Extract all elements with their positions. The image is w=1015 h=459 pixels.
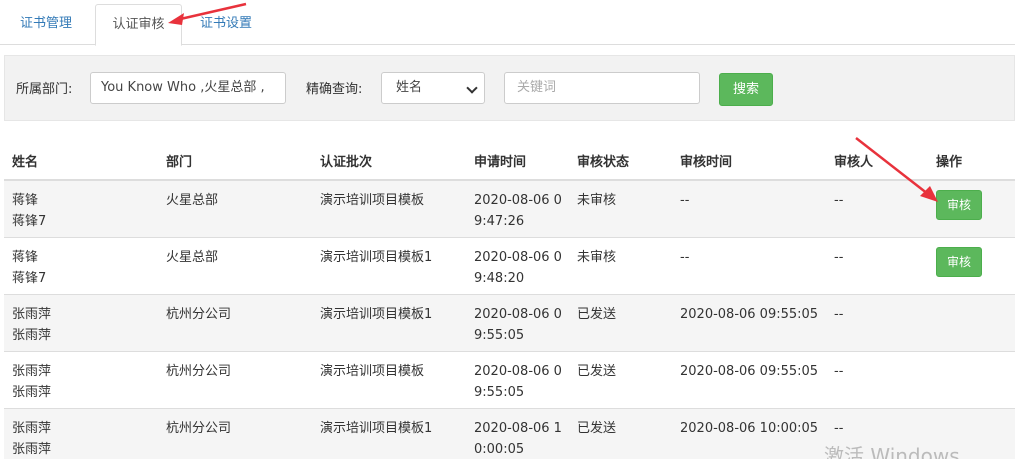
keyword-input[interactable]: 关键词 [504, 72, 700, 104]
cell-batch: 演示培训项目模板1 [312, 408, 466, 459]
cell-batch: 演示培训项目模板1 [312, 237, 466, 295]
tab-certificate-settings[interactable]: 证书设置 [200, 4, 252, 45]
header-department: 部门 [158, 142, 312, 181]
header-reviewer: 审核人 [826, 142, 928, 181]
table-row: 张雨萍 张雨萍 杭州分公司 演示培训项目模板 2020-08-06 0 9:55:0… [4, 351, 1015, 409]
cell-batch: 演示培训项目模板1 [312, 294, 466, 352]
query-field-select[interactable]: 姓名 [381, 72, 485, 104]
cell-action: 审核 [928, 180, 1015, 238]
cell-review-time: 2020-08-06 09:55:05 [672, 294, 826, 352]
cell-status: 未审核 [569, 180, 672, 238]
search-button[interactable]: 搜索 [719, 73, 773, 106]
cell-status: 已发送 [569, 351, 672, 409]
cell-name: 张雨萍 张雨萍 [4, 351, 158, 409]
query-field-value: 姓名 [396, 80, 423, 95]
cell-reviewer: -- [826, 351, 928, 409]
cell-status: 已发送 [569, 408, 672, 459]
cell-action [928, 294, 1015, 352]
cell-review-time: 2020-08-06 09:55:05 [672, 351, 826, 409]
header-batch: 认证批次 [312, 142, 466, 181]
table-row: 张雨萍 张雨萍 杭州分公司 演示培训项目模板1 2020-08-06 0 9:55:… [4, 294, 1015, 352]
exact-query-label: 精确查询: [306, 82, 363, 97]
department-input[interactable]: You Know Who ,火星总部 ,‪ [90, 72, 286, 104]
cell-department: 火星总部 [158, 180, 312, 238]
header-name: 姓名 [4, 142, 158, 181]
cell-department: 杭州分公司 [158, 351, 312, 409]
cell-name: 张雨萍 张雨萍 [4, 408, 158, 459]
windows-watermark: 激活 Windows [824, 444, 960, 459]
table-row: 蒋锋 蒋锋7 火星总部 演示培训项目模板1 2020-08-06 0 9:48:20… [4, 237, 1015, 295]
cell-batch: 演示培训项目模板 [312, 180, 466, 238]
cell-apply-time: 2020-08-06 0 9:48:20 [466, 237, 569, 295]
cell-name: 蒋锋 蒋锋7 [4, 180, 158, 238]
cell-department: 火星总部 [158, 237, 312, 295]
cell-status: 未审核 [569, 237, 672, 295]
cell-action [928, 351, 1015, 409]
cell-apply-time: 2020-08-06 1 0:00:05 [466, 408, 569, 459]
cell-department: 杭州分公司 [158, 294, 312, 352]
cell-name: 张雨萍 张雨萍 [4, 294, 158, 352]
header-review-status: 审核状态 [569, 142, 672, 181]
cell-apply-time: 2020-08-06 0 9:47:26 [466, 180, 569, 238]
department-label: 所属部门: [16, 82, 73, 97]
review-button[interactable]: 审核 [936, 190, 982, 220]
cell-name: 蒋锋 蒋锋7 [4, 237, 158, 295]
tab-certificate-management[interactable]: 证书管理 [20, 4, 72, 45]
cell-department: 杭州分公司 [158, 408, 312, 459]
tab-bar: 证书管理 认证审核 证书设置 [0, 0, 1015, 46]
header-action: 操作 [928, 142, 1015, 181]
cell-action: 审核 [928, 237, 1015, 295]
cell-reviewer: -- [826, 237, 928, 295]
chevron-down-icon [466, 82, 478, 94]
cell-review-time: -- [672, 237, 826, 295]
header-review-time: 审核时间 [672, 142, 826, 181]
table-row: 蒋锋 蒋锋7 火星总部 演示培训项目模板 2020-08-06 0 9:47:26 … [4, 180, 1015, 238]
table-header-row: 姓名 部门 认证批次 申请时间 审核状态 审核时间 审核人 操作 [4, 142, 1015, 181]
cell-apply-time: 2020-08-06 0 9:55:05 [466, 351, 569, 409]
cell-review-time: -- [672, 180, 826, 238]
cell-batch: 演示培训项目模板 [312, 351, 466, 409]
cell-reviewer: -- [826, 180, 928, 238]
cell-apply-time: 2020-08-06 0 9:55:05 [466, 294, 569, 352]
tab-certification-review[interactable]: 认证审核 [95, 4, 182, 46]
review-button[interactable]: 审核 [936, 246, 982, 277]
cell-reviewer: -- [826, 294, 928, 352]
cell-status: 已发送 [569, 294, 672, 352]
cell-review-time: 2020-08-06 10:00:05 [672, 408, 826, 459]
filter-panel: 所属部门: You Know Who ,火星总部 ,‪ 精确查询: 姓名 关键词… [4, 55, 1015, 121]
review-table: 姓名 部门 认证批次 申请时间 审核状态 审核时间 审核人 操作 蒋锋 蒋锋7 火… [4, 142, 1015, 459]
header-apply-time: 申请时间 [466, 142, 569, 181]
